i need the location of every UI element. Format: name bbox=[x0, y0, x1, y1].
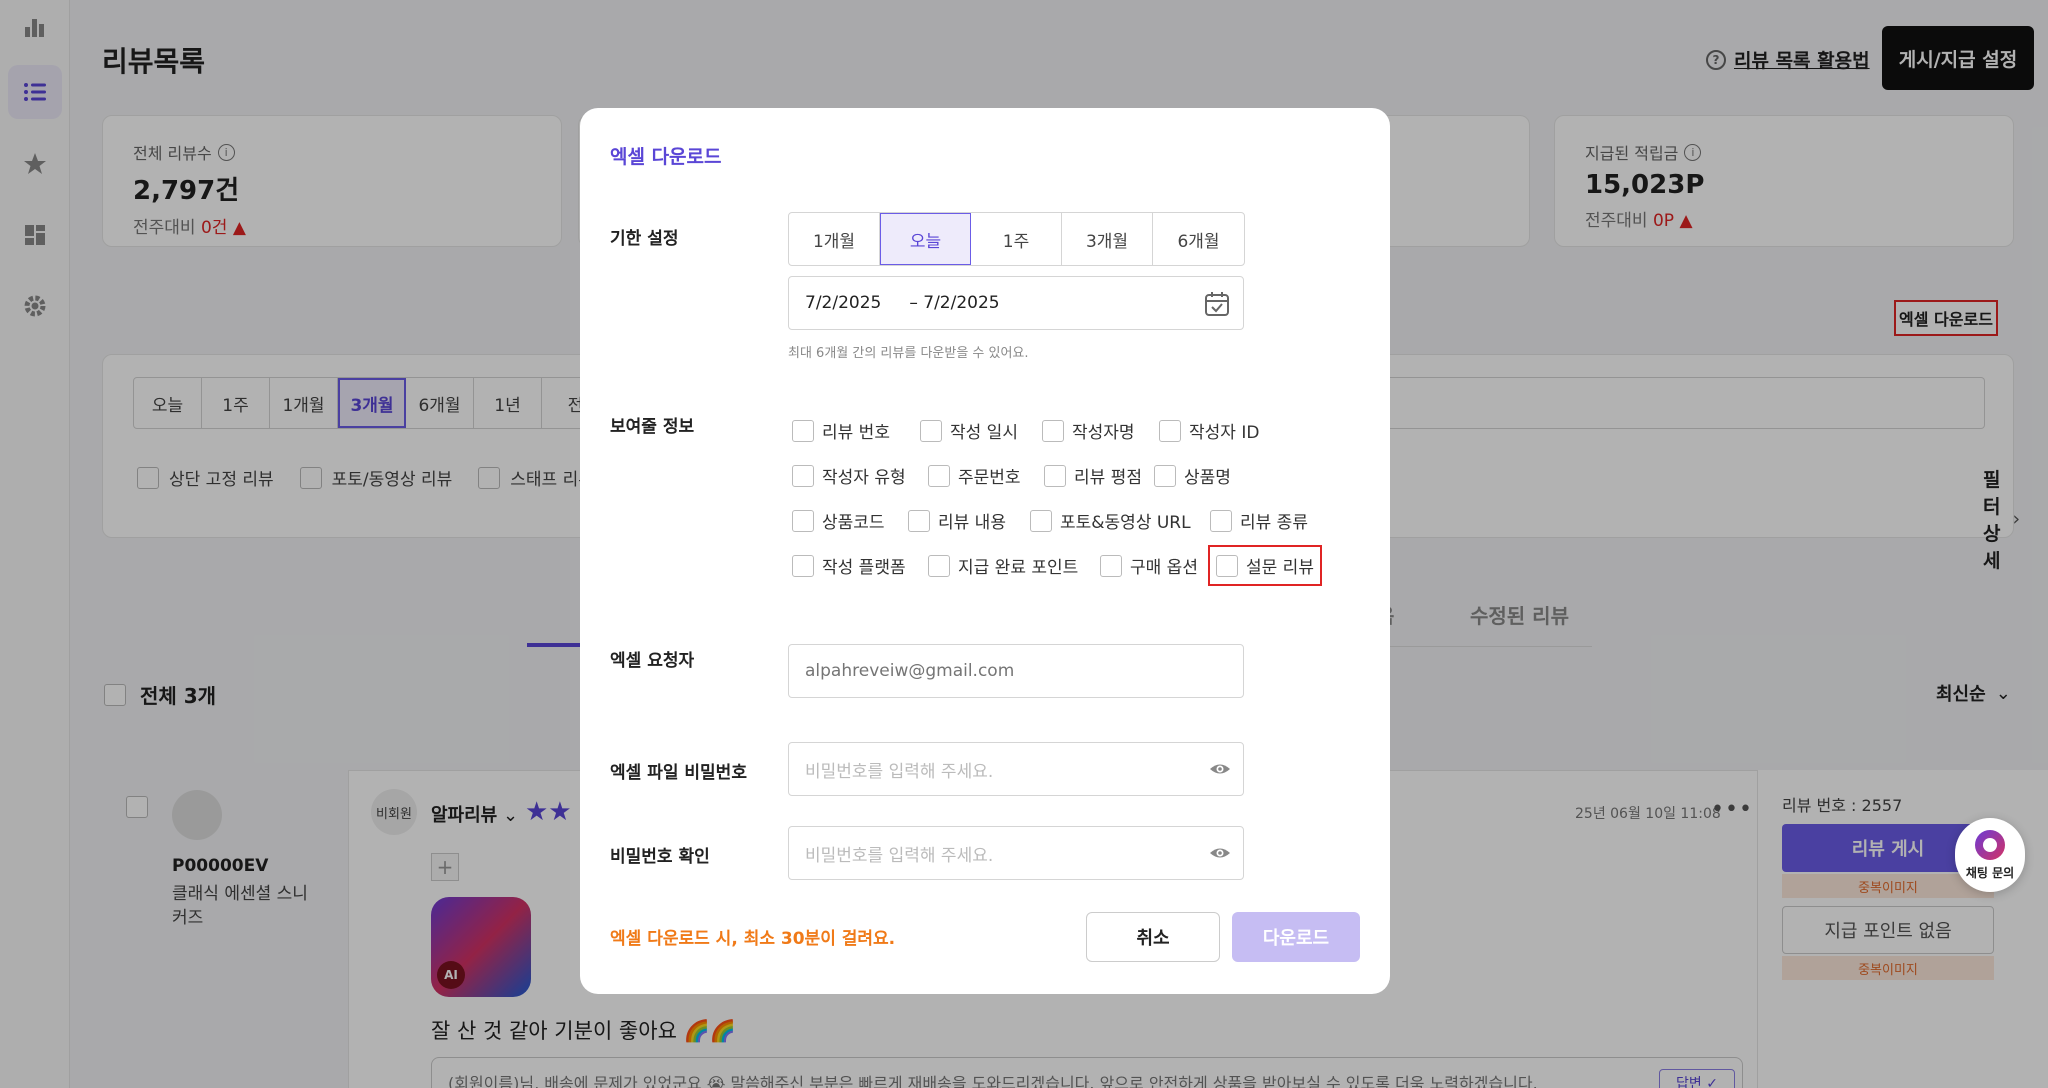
password-confirm-input[interactable]: 비밀번호를 입력해 주세요. bbox=[788, 826, 1244, 880]
checkbox[interactable] bbox=[1154, 464, 1176, 487]
field-row: 상품코드 리뷰 내용 포토&동영상 URL 리뷰 종류 bbox=[792, 508, 1308, 533]
field-label: 상품명 bbox=[1184, 468, 1231, 488]
password-input[interactable]: 비밀번호를 입력해 주세요. bbox=[788, 742, 1244, 796]
checkbox[interactable] bbox=[792, 509, 814, 532]
date-from: 7/2/2025 bbox=[805, 293, 882, 313]
field-label: 리뷰 내용 bbox=[938, 513, 1006, 533]
field-label: 상품코드 bbox=[822, 513, 885, 533]
checkbox[interactable] bbox=[1044, 464, 1066, 487]
requester-label: 엑셀 요청자 bbox=[610, 651, 695, 671]
field-option[interactable]: 상품명 bbox=[1154, 463, 1231, 488]
field-label: 작성자 유형 bbox=[822, 468, 906, 488]
confirm-label: 비밀번호 확인 bbox=[610, 847, 710, 867]
chat-label: 채팅 문의 bbox=[1965, 865, 2015, 880]
field-label: 구매 옵션 bbox=[1130, 558, 1198, 578]
modal-period-segment: 1개월 오늘 1주 3개월 6개월 bbox=[788, 212, 1245, 266]
checkbox[interactable] bbox=[1210, 509, 1232, 532]
field-option[interactable]: 구매 옵션 bbox=[1100, 553, 1216, 578]
field-option[interactable]: 작성자명 bbox=[1042, 418, 1159, 443]
calendar-icon[interactable] bbox=[1203, 290, 1231, 318]
field-label: 설문 리뷰 bbox=[1246, 558, 1314, 578]
modal-period-option[interactable]: 3개월 bbox=[1062, 213, 1153, 265]
confirm-placeholder: 비밀번호를 입력해 주세요. bbox=[805, 845, 994, 866]
checkbox[interactable] bbox=[928, 554, 950, 577]
field-option[interactable]: 작성 일시 bbox=[920, 418, 1042, 443]
field-option[interactable]: 작성자 유형 bbox=[792, 463, 928, 488]
field-label: 포토&동영상 URL bbox=[1060, 513, 1191, 533]
modal-period-option-active[interactable]: 오늘 bbox=[880, 213, 971, 265]
period-label: 기한 설정 bbox=[610, 229, 679, 249]
checkbox[interactable] bbox=[1100, 554, 1122, 577]
field-option[interactable]: 주문번호 bbox=[928, 463, 1044, 488]
field-label: 작성자명 bbox=[1072, 423, 1135, 443]
field-label: 리뷰 평점 bbox=[1074, 468, 1142, 488]
date-to: – 7/2/2025 bbox=[909, 293, 1000, 313]
field-label: 지급 완료 포인트 bbox=[958, 558, 1079, 578]
field-label: 작성 일시 bbox=[950, 423, 1018, 443]
chat-logo-icon bbox=[1975, 829, 2005, 860]
field-row: 작성 플랫폼 지급 완료 포인트 구매 옵션 설문 리뷰 bbox=[792, 545, 1322, 586]
checkbox[interactable] bbox=[908, 509, 930, 532]
period-hint: 최대 6개월 간의 리뷰를 다운받을 수 있어요. bbox=[788, 346, 1029, 361]
modal-title: 엑셀 다운로드 bbox=[610, 146, 722, 168]
field-option[interactable]: 포토&동영상 URL bbox=[1030, 508, 1210, 533]
field-row: 리뷰 번호 작성 일시 작성자명 작성자 ID bbox=[792, 418, 1259, 443]
field-option[interactable]: 지급 완료 포인트 bbox=[928, 553, 1100, 578]
field-label: 리뷰 종류 bbox=[1240, 513, 1308, 533]
modal-period-option[interactable]: 1개월 bbox=[789, 213, 880, 265]
field-option[interactable]: 리뷰 종류 bbox=[1210, 508, 1308, 533]
checkbox[interactable] bbox=[792, 419, 814, 442]
modal-period-option[interactable]: 1주 bbox=[971, 213, 1062, 265]
password-placeholder: 비밀번호를 입력해 주세요. bbox=[805, 761, 994, 782]
password-label: 엑셀 파일 비밀번호 bbox=[610, 763, 747, 783]
checkbox[interactable] bbox=[928, 464, 950, 487]
chat-inquiry-button[interactable]: 채팅 문의 bbox=[1955, 818, 2025, 892]
date-range-input[interactable]: 7/2/2025 – 7/2/2025 bbox=[788, 276, 1244, 330]
download-button[interactable]: 다운로드 bbox=[1232, 912, 1360, 962]
checkbox[interactable] bbox=[920, 419, 942, 442]
requester-email-input[interactable] bbox=[788, 644, 1244, 698]
field-label: 주문번호 bbox=[958, 468, 1021, 488]
field-option[interactable]: 리뷰 평점 bbox=[1044, 463, 1154, 488]
field-option[interactable]: 작성자 ID bbox=[1159, 418, 1259, 443]
field-label: 작성 플랫폼 bbox=[822, 558, 906, 578]
excel-download-modal: 엑셀 다운로드 기한 설정 1개월 오늘 1주 3개월 6개월 7/2/2025… bbox=[580, 108, 1390, 994]
field-option[interactable]: 작성 플랫폼 bbox=[792, 553, 928, 578]
field-option-survey[interactable]: 설문 리뷰 bbox=[1208, 545, 1322, 586]
checkbox[interactable] bbox=[1216, 554, 1238, 577]
checkbox[interactable] bbox=[1159, 419, 1181, 442]
field-option[interactable]: 상품코드 bbox=[792, 508, 908, 533]
modal-period-option[interactable]: 6개월 bbox=[1153, 213, 1244, 265]
download-warning: 엑셀 다운로드 시, 최소 30분이 걸려요. bbox=[610, 929, 896, 949]
eye-icon[interactable] bbox=[1209, 760, 1231, 778]
eye-icon[interactable] bbox=[1209, 844, 1231, 862]
field-label: 리뷰 번호 bbox=[822, 423, 890, 443]
checkbox[interactable] bbox=[792, 464, 814, 487]
field-row: 작성자 유형 주문번호 리뷰 평점 상품명 bbox=[792, 463, 1231, 488]
checkbox[interactable] bbox=[792, 554, 814, 577]
info-label: 보여줄 정보 bbox=[610, 417, 695, 437]
field-label: 작성자 ID bbox=[1189, 423, 1260, 443]
checkbox[interactable] bbox=[1030, 509, 1052, 532]
field-option[interactable]: 리뷰 내용 bbox=[908, 508, 1030, 533]
field-option[interactable]: 리뷰 번호 bbox=[792, 418, 920, 443]
cancel-button[interactable]: 취소 bbox=[1086, 912, 1220, 962]
checkbox[interactable] bbox=[1042, 419, 1064, 442]
